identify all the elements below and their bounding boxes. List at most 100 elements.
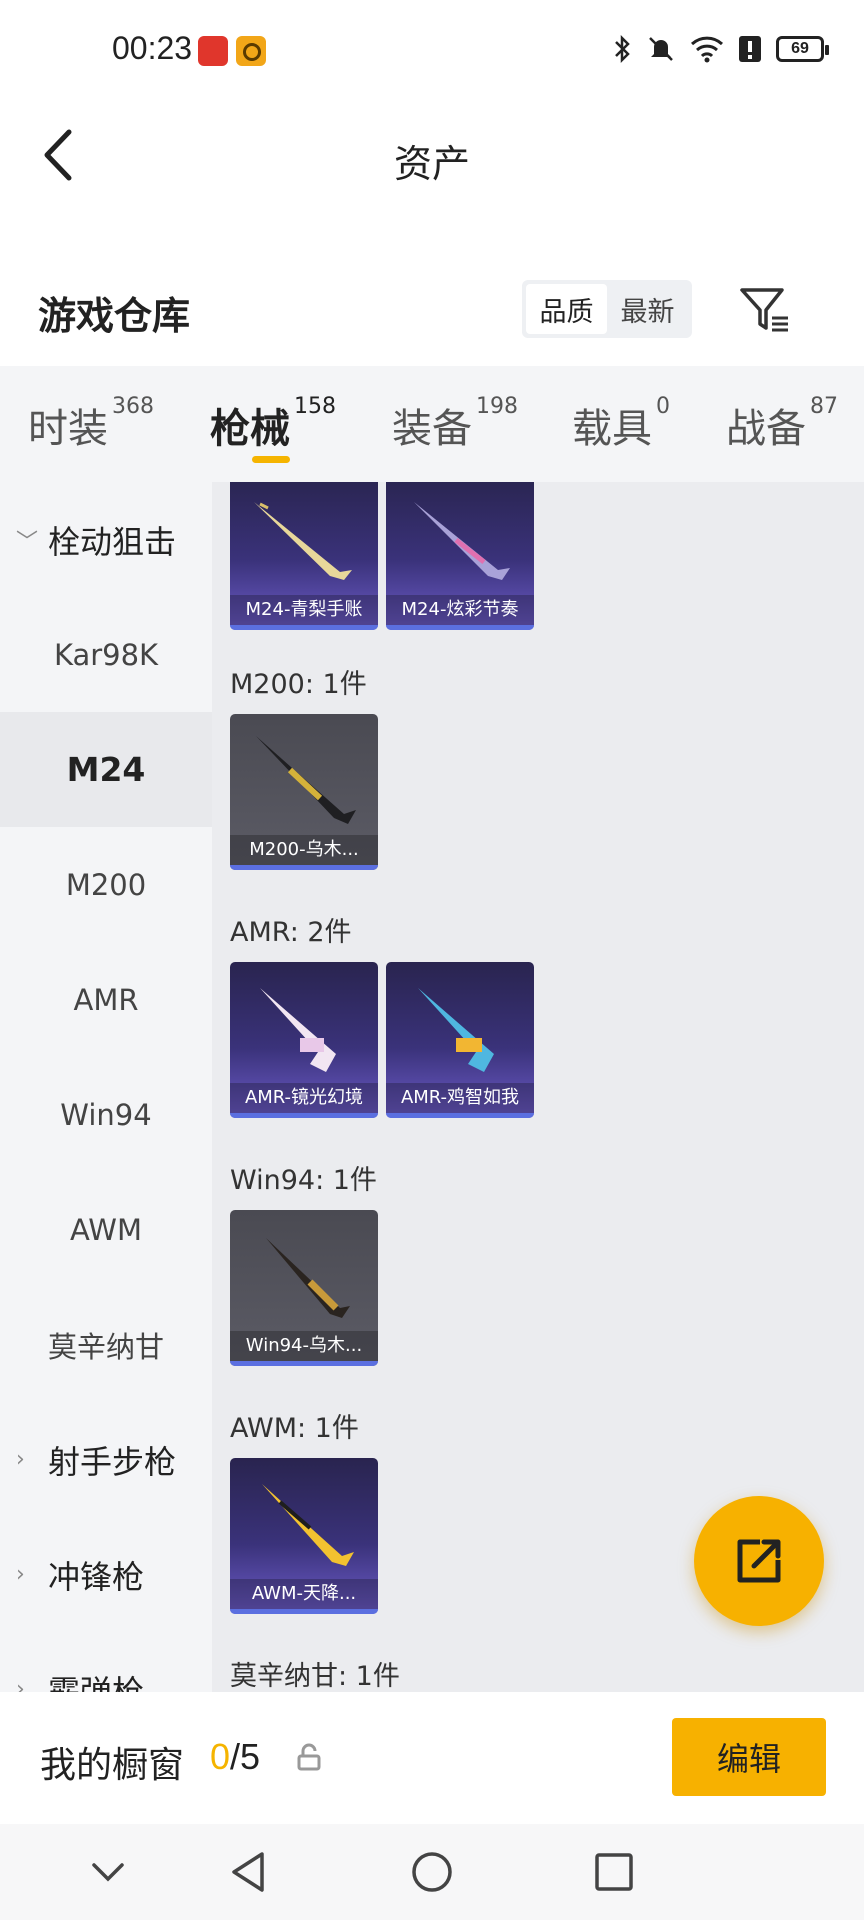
weapon-card-label: AMR-鸡智如我 — [386, 1083, 534, 1113]
warehouse-title: 游戏仓库 — [38, 294, 191, 338]
sidebar-group-bolt-action[interactable]: ﹀ 栓动狙击 — [0, 482, 212, 597]
nav-recents-icon — [595, 1853, 633, 1891]
section-title-win94: Win94: 1件 — [230, 1165, 377, 1196]
mute-icon — [649, 37, 673, 61]
weapon-card-label: Win94-乌木... — [230, 1331, 378, 1361]
weapon-card[interactable]: M24-青梨手账 — [230, 482, 378, 630]
tab-weapons-count: 158 — [294, 394, 336, 419]
weapon-card[interactable]: M200-乌木... — [230, 714, 378, 870]
showcase-count: 0/5 — [210, 1736, 260, 1778]
rifle-image-icon — [254, 502, 352, 580]
rifle-image-icon — [414, 502, 510, 580]
category-tabs: 时装 368 枪械 158 装备 198 载具 0 战备 87 — [0, 366, 864, 482]
share-icon — [737, 1539, 781, 1583]
section-title-amr: AMR: 2件 — [230, 917, 352, 948]
sidebar-item-m24[interactable]: M24 — [0, 712, 212, 827]
tab-supplies-label: 战备 — [726, 406, 806, 452]
section-title-m200: M200: 1件 — [230, 669, 367, 700]
rifle-image-icon — [418, 988, 494, 1072]
sidebar-group-label: 霰弹枪 — [48, 1672, 145, 1693]
alert-icon — [739, 36, 761, 62]
sidebar-item-amr[interactable]: AMR — [0, 942, 212, 1057]
tab-equipment-label: 装备 — [392, 406, 472, 452]
showcase-current: 0 — [210, 1736, 231, 1777]
section-title-mosin: 莫辛纳甘: 1件 — [230, 1661, 400, 1692]
sort-newest-option[interactable]: 最新 — [607, 284, 688, 334]
section-title-awm: AWM: 1件 — [230, 1413, 359, 1444]
sidebar-group-marksman[interactable]: › 射手步枪 — [0, 1402, 212, 1517]
sidebar-group-shotgun[interactable]: › 霰弹枪 — [0, 1632, 212, 1693]
sidebar-item-awm[interactable]: AWM — [0, 1172, 212, 1287]
showcase-title: 我的橱窗 — [40, 1745, 185, 1786]
weapon-card-label: M24-炫彩节奏 — [386, 595, 534, 625]
tab-fashion-label: 时装 — [28, 406, 108, 452]
system-nav-bar — [0, 1824, 864, 1920]
tab-weapons[interactable]: 枪械 158 — [210, 394, 336, 454]
nav-collapse-icon — [92, 1863, 124, 1882]
weapon-sidebar: ﹀ 栓动狙击 Kar98K M24 M200 AMR Win94 AWM 莫辛纳甘… — [0, 482, 212, 1692]
weapon-card[interactable]: Win94-乌木... — [230, 1210, 378, 1366]
showcase-bar: 我的橱窗 0/5 编辑 — [0, 1692, 864, 1824]
tab-vehicles-count: 0 — [656, 394, 670, 419]
sidebar-item-win94[interactable]: Win94 — [0, 1057, 212, 1172]
weapon-card-bar — [386, 625, 534, 630]
chevron-right-icon: › — [16, 1562, 25, 1587]
sidebar-group-label: 射手步枪 — [48, 1442, 177, 1481]
weapon-card-label: M24-青梨手账 — [230, 595, 378, 625]
sort-toggle: 品质 最新 — [522, 280, 692, 338]
nav-recents-button[interactable] — [586, 1844, 642, 1900]
rifle-image-icon — [260, 988, 336, 1072]
rifle-image-icon — [256, 736, 356, 824]
status-icons: 69 — [612, 34, 829, 64]
weapon-card-bar — [386, 1113, 534, 1118]
battery-indicator: 69 — [776, 36, 829, 62]
chevron-right-icon: › — [16, 1677, 25, 1692]
weapon-card-bar — [230, 625, 378, 630]
weapon-card-bar — [230, 1361, 378, 1366]
tab-fashion[interactable]: 时装 368 — [28, 394, 154, 454]
nav-back-button[interactable] — [220, 1844, 276, 1900]
tab-equipment[interactable]: 装备 198 — [392, 394, 518, 454]
sidebar-group-smg[interactable]: › 冲锋枪 — [0, 1517, 212, 1632]
tab-supplies[interactable]: 战备 87 — [726, 394, 838, 454]
chevron-right-icon: › — [16, 1447, 25, 1472]
weapon-card[interactable]: AMR-鸡智如我 — [386, 962, 534, 1118]
header: 资产 — [0, 105, 864, 205]
game-app-icon — [236, 36, 266, 66]
filter-button[interactable] — [736, 282, 792, 338]
status-time: 00:23 — [112, 30, 193, 66]
weapon-card-bar — [230, 1609, 378, 1614]
page-title: 资产 — [393, 142, 470, 186]
weapon-card[interactable]: AMR-镜光幻境 — [230, 962, 378, 1118]
tab-supplies-count: 87 — [810, 394, 838, 419]
tab-weapons-label: 枪械 — [210, 406, 290, 452]
bluetooth-icon — [615, 34, 630, 64]
lock-icon — [297, 1743, 321, 1771]
nav-back-icon — [232, 1852, 264, 1892]
sidebar-item-kar98k[interactable]: Kar98K — [0, 597, 212, 712]
sort-quality-option[interactable]: 品质 — [526, 284, 607, 334]
status-bar: 00:23 69 — [0, 0, 864, 105]
sidebar-group-label: 栓动狙击 — [48, 522, 177, 561]
weapon-card-label: M200-乌木... — [230, 835, 378, 865]
nav-home-button[interactable] — [404, 1844, 460, 1900]
sidebar-item-m200[interactable]: M200 — [0, 827, 212, 942]
sidebar-group-label: 冲锋枪 — [48, 1557, 145, 1596]
tab-equipment-count: 198 — [476, 394, 518, 419]
sidebar-item-mosin[interactable]: 莫辛纳甘 — [0, 1287, 212, 1402]
share-fab-button[interactable] — [694, 1496, 824, 1626]
weapon-card-label: AMR-镜光幻境 — [230, 1083, 378, 1113]
weapon-card-bar — [230, 1113, 378, 1118]
weapon-card-label: AWM-天降... — [230, 1579, 378, 1609]
edit-button[interactable]: 编辑 — [672, 1718, 826, 1796]
rifle-image-icon — [262, 1484, 354, 1566]
nav-collapse-button[interactable] — [80, 1844, 136, 1900]
nav-home-icon — [412, 1852, 452, 1892]
weapon-card[interactable]: M24-炫彩节奏 — [386, 482, 534, 630]
weapon-card[interactable]: AWM-天降... — [230, 1458, 378, 1614]
chevron-down-icon: ﹀ — [16, 529, 39, 555]
huawei-app-icon — [198, 36, 228, 66]
weapon-card-bar — [230, 865, 378, 870]
tab-vehicles[interactable]: 载具 0 — [572, 394, 670, 454]
battery-level: 69 — [791, 40, 809, 57]
